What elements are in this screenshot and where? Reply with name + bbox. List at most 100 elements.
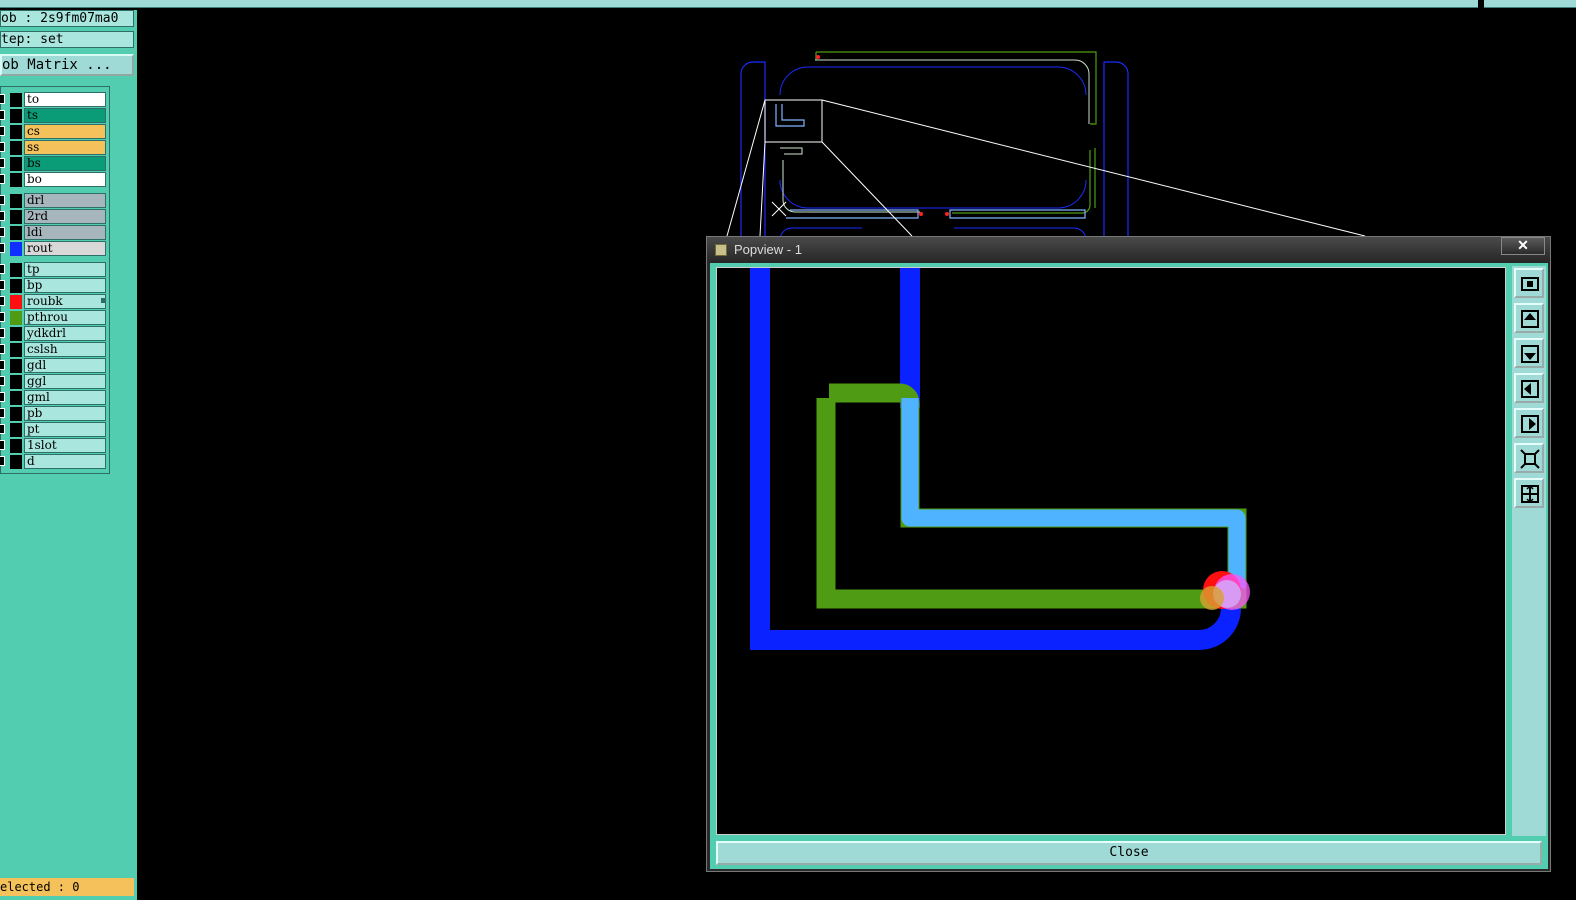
- zoom-out-button[interactable]: [1514, 478, 1544, 508]
- layer-row-cslsh[interactable]: cslsh: [0, 342, 109, 357]
- layer-checkbox[interactable]: [0, 296, 5, 306]
- layer-name[interactable]: 2rd: [24, 209, 106, 224]
- layer-checkbox[interactable]: [0, 456, 5, 466]
- layer-color-swatch: [10, 423, 22, 437]
- window-close-button[interactable]: ✕: [1501, 237, 1545, 255]
- layer-checkbox[interactable]: [0, 227, 5, 237]
- pan-right-button[interactable]: [1514, 408, 1544, 438]
- layer-name[interactable]: cslsh: [24, 342, 106, 357]
- layer-checkbox[interactable]: [0, 174, 5, 184]
- layer-row-1slot[interactable]: 1slot: [0, 438, 109, 453]
- layer-checkbox[interactable]: [0, 280, 5, 290]
- layer-name[interactable]: 1slot: [24, 438, 106, 453]
- layer-checkbox[interactable]: [0, 312, 5, 322]
- layer-checkbox[interactable]: [0, 360, 5, 370]
- close-button[interactable]: Close: [716, 841, 1542, 865]
- layer-row-rout[interactable]: rout: [0, 241, 109, 256]
- pan-left-button[interactable]: [1514, 373, 1544, 403]
- layer-name[interactable]: ggl: [24, 374, 106, 389]
- layer-name[interactable]: tp: [24, 262, 106, 277]
- layer-checkbox[interactable]: [0, 126, 5, 136]
- layer-checkbox[interactable]: [0, 94, 5, 104]
- layer-checkbox[interactable]: [0, 264, 5, 274]
- app-icon: [715, 244, 727, 256]
- layer-name[interactable]: pb: [24, 406, 106, 421]
- layer-row-d[interactable]: d: [0, 454, 109, 469]
- layer-list: to ts cs ss bs bo drl 2rd ldi rout tp bp roubk pthrou…: [0, 86, 110, 474]
- layer-checkbox[interactable]: [0, 110, 5, 120]
- layer-checkbox[interactable]: [0, 440, 5, 450]
- layer-row-ts[interactable]: ts: [0, 108, 109, 123]
- layer-checkbox[interactable]: [0, 211, 5, 221]
- layer-checkbox[interactable]: [0, 195, 5, 205]
- top-toolbar-strip: [0, 0, 1478, 8]
- layer-name[interactable]: rout: [24, 241, 106, 256]
- layer-color-swatch: [10, 226, 22, 240]
- layer-color-swatch: [10, 311, 22, 325]
- layer-checkbox[interactable]: [0, 328, 5, 338]
- layer-row-bp[interactable]: bp: [0, 278, 109, 293]
- layer-name[interactable]: cs: [24, 124, 106, 139]
- layer-row-gdl[interactable]: gdl: [0, 358, 109, 373]
- zoom-fit-icon: [1521, 277, 1539, 291]
- layer-row-pb[interactable]: pb: [0, 406, 109, 421]
- layer-row-ydkdrl[interactable]: ydkdrl: [0, 326, 109, 341]
- layer-checkbox[interactable]: [0, 376, 5, 386]
- popview-zoom-view[interactable]: [716, 267, 1506, 835]
- layer-checkbox[interactable]: [0, 392, 5, 402]
- layer-color-swatch: [10, 93, 22, 107]
- layer-checkbox[interactable]: [0, 424, 5, 434]
- layer-checkbox[interactable]: [0, 344, 5, 354]
- layer-color-swatch: [10, 125, 22, 139]
- layer-name[interactable]: bp: [24, 278, 106, 293]
- layer-name[interactable]: ts: [24, 108, 106, 123]
- layer-checkbox[interactable]: [0, 158, 5, 168]
- layer-row-2rd[interactable]: 2rd: [0, 209, 109, 224]
- layer-affected-marker: [101, 298, 106, 303]
- layer-name[interactable]: ss: [24, 140, 106, 155]
- layer-row-ggl[interactable]: ggl: [0, 374, 109, 389]
- layer-row-tp[interactable]: tp: [0, 262, 109, 277]
- layer-color-swatch: [10, 210, 22, 224]
- layer-name[interactable]: ldi: [24, 225, 106, 240]
- pan-down-button[interactable]: [1514, 338, 1544, 368]
- pan-up-icon: [1521, 310, 1539, 328]
- layer-row-pthrou[interactable]: pthrou: [0, 310, 109, 325]
- layer-row-gml[interactable]: gml: [0, 390, 109, 405]
- layer-color-swatch: [10, 263, 22, 277]
- layer-row-bo[interactable]: bo: [0, 172, 109, 187]
- layer-name[interactable]: pthrou: [24, 310, 106, 325]
- layer-row-pt[interactable]: pt: [0, 422, 109, 437]
- popview-titlebar[interactable]: Popview - 1 ✕: [707, 237, 1550, 263]
- layer-checkbox[interactable]: [0, 243, 5, 253]
- layer-row-roubk[interactable]: roubk: [0, 294, 109, 309]
- layer-name[interactable]: to: [24, 92, 106, 107]
- job-matrix-button[interactable]: ob Matrix ...: [0, 54, 134, 76]
- layer-row-cs[interactable]: cs: [0, 124, 109, 139]
- job-name-field: ob : 2s9fm07ma0: [0, 10, 134, 27]
- layer-name[interactable]: bo: [24, 172, 106, 187]
- popview-body: Close: [710, 263, 1548, 869]
- layer-row-ss[interactable]: ss: [0, 140, 109, 155]
- layer-row-bs[interactable]: bs: [0, 156, 109, 171]
- layer-name[interactable]: bs: [24, 156, 106, 171]
- zoom-in-button[interactable]: [1514, 443, 1544, 473]
- layer-name[interactable]: gdl: [24, 358, 106, 373]
- layer-name[interactable]: ydkdrl: [24, 326, 106, 341]
- layer-color-swatch: [10, 359, 22, 373]
- layer-name[interactable]: roubk: [24, 294, 106, 309]
- layer-row-ldi[interactable]: ldi: [0, 225, 109, 240]
- layer-checkbox[interactable]: [0, 408, 5, 418]
- layer-name[interactable]: drl: [24, 193, 106, 208]
- layer-color-swatch: [10, 327, 22, 341]
- zoom-fit-button[interactable]: [1514, 268, 1544, 298]
- layer-color-swatch: [10, 279, 22, 293]
- layer-name[interactable]: pt: [24, 422, 106, 437]
- layer-checkbox[interactable]: [0, 142, 5, 152]
- layer-name[interactable]: gml: [24, 390, 106, 405]
- selected-count: elected : 0: [0, 878, 134, 896]
- layer-name[interactable]: d: [24, 454, 106, 469]
- layer-row-to[interactable]: to: [0, 92, 109, 107]
- layer-row-drl[interactable]: drl: [0, 193, 109, 208]
- pan-up-button[interactable]: [1514, 303, 1544, 333]
